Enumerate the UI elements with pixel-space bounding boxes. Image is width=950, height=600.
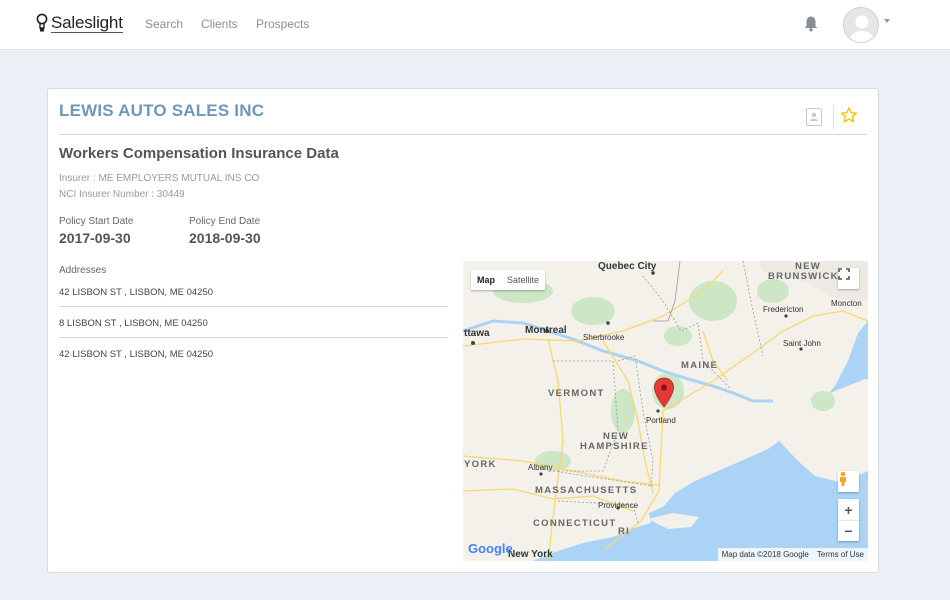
map-label: YORK — [464, 459, 497, 470]
map-label: Sherbrooke — [583, 333, 625, 342]
top-navbar: Saleslight Search Clients Prospects — [0, 0, 950, 50]
zoom-out-button[interactable]: − — [838, 520, 859, 541]
map-type-map[interactable]: Map — [471, 270, 501, 290]
map-label: New York — [508, 549, 553, 560]
lightbulb-icon — [36, 13, 48, 32]
map-label: Albany — [528, 463, 553, 472]
map-label: RI — [618, 526, 631, 537]
nci-number-text: NCI Insurer Number : 30449 — [59, 189, 185, 200]
policy-start-value: 2017-09-30 — [59, 230, 131, 246]
map-label: ttawa — [464, 328, 490, 339]
divider — [59, 134, 867, 135]
section-title: Workers Compensation Insurance Data — [59, 145, 339, 162]
insurer-text: Insurer : ME EMPLOYERS MUTUAL INS CO — [59, 173, 260, 184]
google-logo: Google — [468, 541, 513, 556]
fullscreen-icon — [838, 268, 850, 280]
zoom-in-button[interactable]: + — [838, 499, 859, 520]
divider — [59, 337, 448, 338]
policy-start-label: Policy Start Date — [59, 216, 134, 227]
map-label: BRUNSWICK — [768, 271, 839, 282]
address-item: 42 LISBON ST , LISBON, ME 04250 — [59, 287, 214, 298]
map-label: Quebec City — [598, 261, 657, 272]
chevron-down-icon[interactable] — [884, 19, 890, 23]
map-label: MASSACHUSETTS — [535, 485, 638, 496]
contact-card-icon[interactable] — [806, 108, 822, 126]
map-terrain — [463, 261, 868, 561]
nav-search[interactable]: Search — [145, 17, 183, 31]
pegman-icon — [840, 471, 846, 486]
divider — [59, 306, 448, 307]
map-view[interactable]: Map Satellite + − Quebec City Montreal t… — [463, 261, 868, 561]
terms-link[interactable]: Terms of Use — [813, 550, 868, 559]
nav-prospects[interactable]: Prospects — [256, 17, 309, 31]
map-label: VERMONT — [548, 388, 605, 399]
user-avatar[interactable] — [843, 7, 879, 43]
map-label: Saint John — [783, 339, 821, 348]
company-card: LEWIS AUTO SALES INC Workers Compensatio… — [47, 88, 879, 573]
address-item: 42 LISBON ST , LISBON, ME 04250 — [59, 349, 214, 360]
map-label: Montreal — [525, 325, 567, 336]
map-label: MAINE — [681, 360, 719, 371]
bell-icon[interactable] — [803, 15, 819, 32]
nav-clients[interactable]: Clients — [201, 17, 238, 31]
app-logo[interactable]: Saleslight — [36, 13, 123, 33]
street-view-button[interactable] — [838, 471, 859, 492]
map-marker-icon[interactable] — [653, 377, 675, 409]
map-label: Fredericton — [763, 305, 804, 314]
policy-end-label: Policy End Date — [189, 216, 261, 227]
map-label: Portland — [646, 416, 676, 425]
map-type-control[interactable]: Map Satellite — [471, 270, 546, 290]
map-attribution: Map data ©2018 Google Terms of Use — [717, 548, 868, 561]
divider — [833, 105, 834, 129]
addresses-label: Addresses — [59, 265, 107, 276]
map-label: Moncton — [831, 299, 862, 308]
map-data-text: Map data ©2018 Google — [721, 550, 809, 559]
star-icon[interactable] — [840, 106, 858, 124]
company-name[interactable]: LEWIS AUTO SALES INC — [59, 101, 264, 121]
address-item: 8 LISBON ST , LISBON, ME 04250 — [59, 318, 208, 329]
app-name: Saleslight — [51, 13, 123, 33]
fullscreen-button[interactable] — [838, 268, 859, 289]
map-label: Providence — [598, 501, 639, 510]
map-label: HAMPSHIRE — [580, 441, 649, 452]
map-label: CONNECTICUT — [533, 518, 617, 529]
user-silhouette-icon — [850, 15, 874, 42]
policy-end-value: 2018-09-30 — [189, 230, 261, 246]
map-type-satellite[interactable]: Satellite — [501, 270, 545, 290]
